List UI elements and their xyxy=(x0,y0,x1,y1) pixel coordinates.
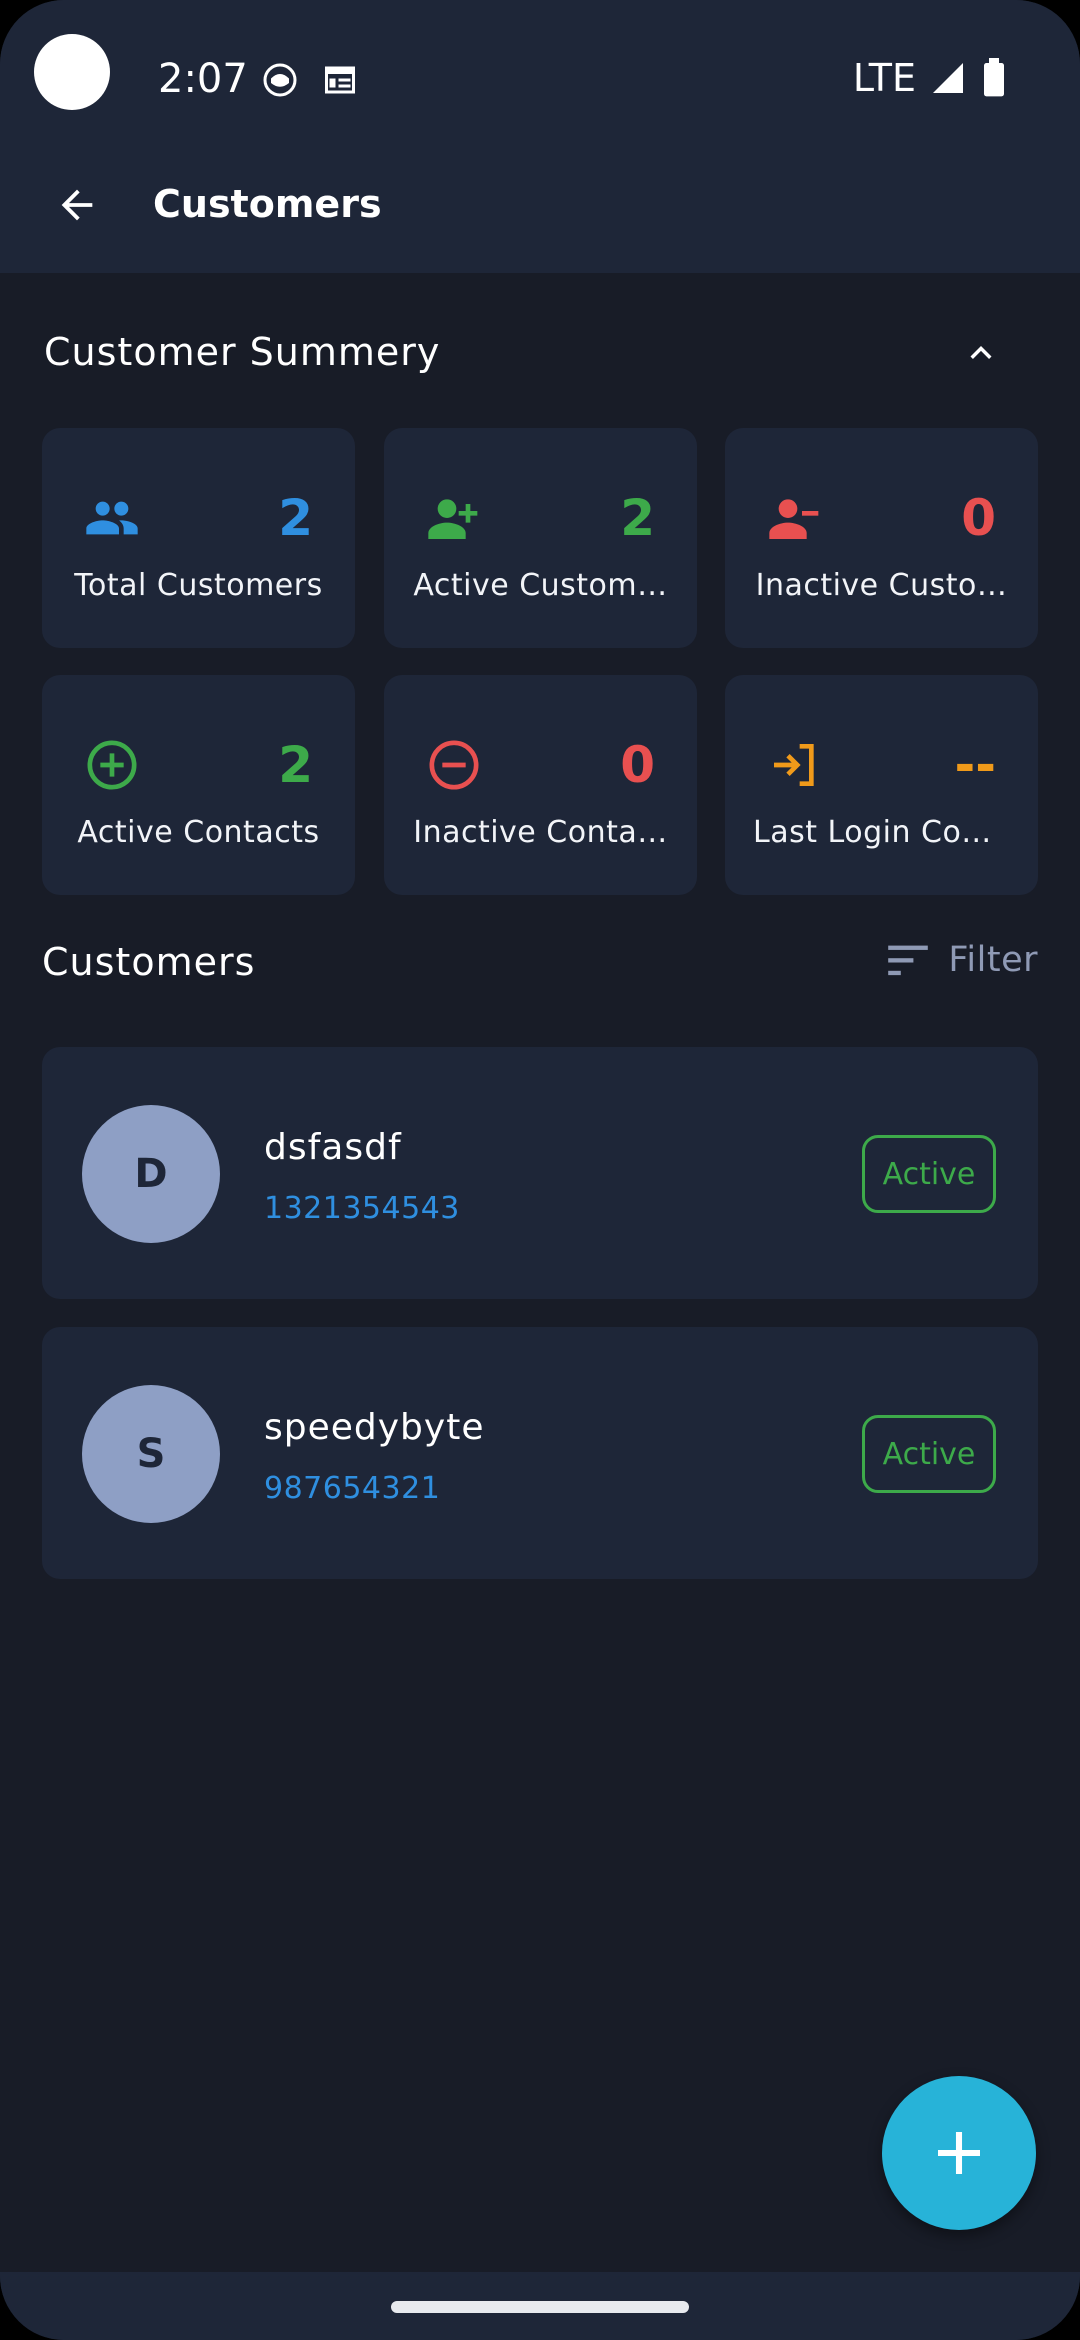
login-icon xyxy=(774,744,814,786)
status-badge: Active xyxy=(862,1135,996,1213)
customer-phone: 1321354543 xyxy=(264,1191,460,1226)
stat-label: Active Custom… xyxy=(413,568,668,603)
home-indicator[interactable] xyxy=(391,2301,689,2313)
stat-value: -- xyxy=(954,736,996,794)
stat-label: Inactive Conta… xyxy=(413,815,668,850)
back-arrow-icon[interactable] xyxy=(54,182,100,228)
person-add-icon xyxy=(428,499,478,539)
stat-card-inactive-contacts[interactable]: 0 Inactive Conta… xyxy=(384,675,697,895)
stat-value: 2 xyxy=(278,489,313,547)
person-remove-icon xyxy=(769,499,819,539)
stat-label: Total Customers xyxy=(74,568,323,603)
top-bar xyxy=(0,0,1080,273)
stat-card-inactive-customers[interactable]: 0 Inactive Custo… xyxy=(725,428,1038,648)
filter-icon xyxy=(888,945,929,976)
circle-plus-icon xyxy=(87,740,137,790)
network-type: LTE xyxy=(852,56,916,100)
stat-value: 0 xyxy=(620,736,655,794)
avatar: D xyxy=(82,1105,220,1243)
customer-name: speedybyte xyxy=(264,1407,485,1448)
summary-title: Customer Summery xyxy=(44,330,441,374)
filter-label: Filter xyxy=(948,940,1038,980)
notification-app-icon xyxy=(263,63,297,97)
stat-value: 2 xyxy=(620,489,655,547)
battery-icon xyxy=(984,58,1004,97)
stat-value: 2 xyxy=(278,736,313,794)
avatar: S xyxy=(82,1385,220,1523)
customer-name: dsfasdf xyxy=(264,1127,402,1168)
circle-minus-icon xyxy=(429,740,479,790)
stat-label: Active Contacts xyxy=(77,815,320,850)
stat-label: Inactive Custo… xyxy=(755,568,1008,603)
stat-card-active-contacts[interactable]: 2 Active Contacts xyxy=(42,675,355,895)
camera-cutout xyxy=(34,34,110,110)
chevron-up-icon[interactable] xyxy=(960,332,1002,374)
people-icon xyxy=(86,501,138,535)
stat-card-last-login[interactable]: -- Last Login Con… xyxy=(725,675,1038,895)
status-badge: Active xyxy=(862,1415,996,1493)
stat-value: 0 xyxy=(961,489,996,547)
status-time: 2:07 xyxy=(158,56,248,102)
stat-label: Last Login Con… xyxy=(753,815,1012,850)
add-customer-button[interactable] xyxy=(882,2076,1036,2230)
plus-icon xyxy=(938,2132,980,2174)
signal-icon xyxy=(933,63,963,93)
customer-phone: 987654321 xyxy=(264,1471,441,1506)
customer-list-item[interactable]: S speedybyte 987654321 Active xyxy=(42,1327,1038,1579)
filter-button[interactable]: Filter xyxy=(886,940,1038,980)
page-title: Customers xyxy=(153,182,382,226)
stat-card-active-customers[interactable]: 2 Active Custom… xyxy=(384,428,697,648)
status-indicators: LTE xyxy=(853,56,1008,100)
stat-card-total-customers[interactable]: 2 Total Customers xyxy=(42,428,355,648)
customer-list-item[interactable]: D dsfasdf 1321354543 Active xyxy=(42,1047,1038,1299)
phone-screen: 2:07 LTE Customers Customer Summery 2 To xyxy=(0,0,1080,2340)
calendar-notification-icon xyxy=(325,66,355,94)
customers-section-title: Customers xyxy=(42,940,256,984)
